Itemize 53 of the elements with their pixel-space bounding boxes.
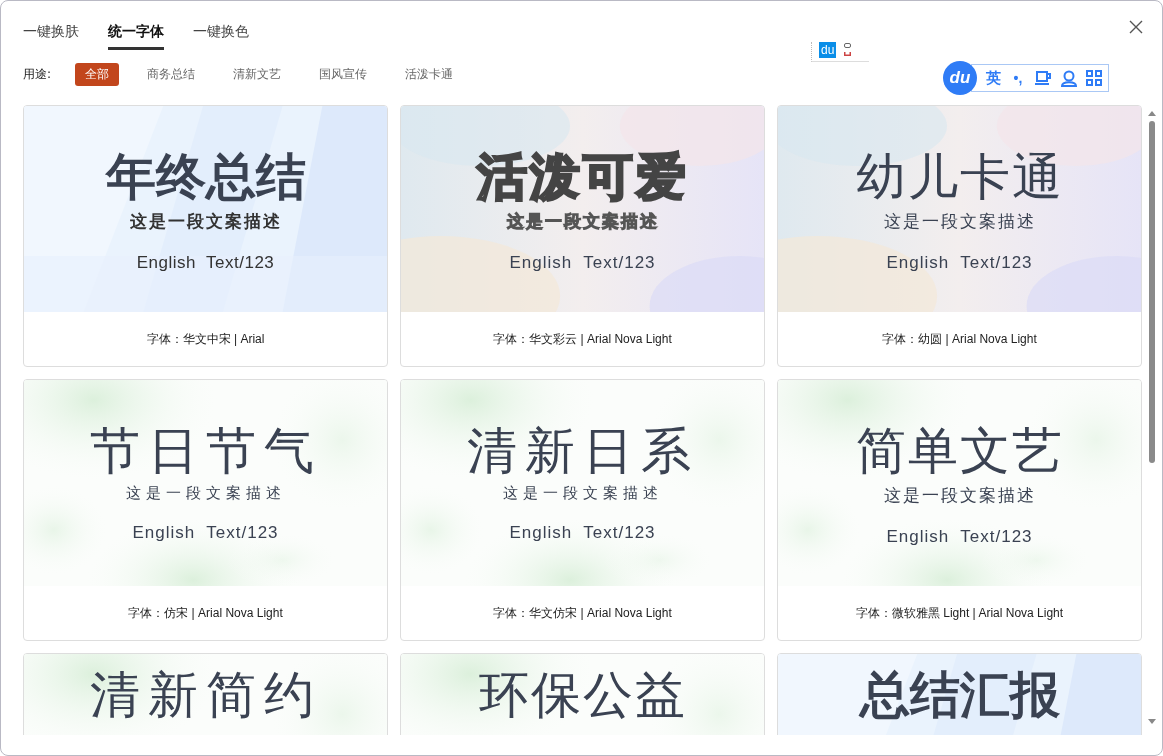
filter-option[interactable]: 商务总结 bbox=[137, 63, 206, 86]
preview-title: 清新日系 bbox=[466, 421, 699, 482]
preview-title: 活泼可爱 bbox=[476, 147, 689, 208]
tab[interactable]: 一键换色 bbox=[193, 22, 249, 50]
grid-icon[interactable] bbox=[1086, 70, 1102, 86]
user-icon[interactable] bbox=[1061, 69, 1077, 87]
preview-english-text: English Text/123 bbox=[886, 527, 1033, 547]
font-card[interactable]: 活泼可爱 这是一段文案描述 English Text/123 字体：华文彩云 | Arial Nova Light bbox=[400, 105, 765, 367]
font-card[interactable]: 环保公益 bbox=[400, 653, 765, 735]
font-card[interactable]: 年终总结 这是一段文案描述 English Text/123 字体：华文中宋 | Arial bbox=[23, 105, 388, 367]
preview-subtitle: 这是一段文案描述 bbox=[883, 210, 1036, 233]
font-card[interactable]: 节日节气 这是一段文案描述 English Text/123 字体：仿宋 | Arial Nova Light bbox=[23, 379, 388, 641]
font-caption: 字体：幼圆 | Arial Nova Light bbox=[882, 330, 1037, 348]
preview-english-text: English Text/123 bbox=[509, 253, 656, 273]
filter-option[interactable]: 全部 bbox=[75, 63, 120, 86]
preview-title: 幼儿卡通 bbox=[855, 147, 1064, 208]
font-caption: 字体：华文仿宋 | Arial Nova Light bbox=[493, 604, 672, 622]
font-card[interactable]: 清新简约 bbox=[23, 653, 388, 735]
preview-title: 清新简约 bbox=[89, 666, 322, 724]
font-caption: 字体：华文彩云 | Arial Nova Light bbox=[493, 330, 672, 348]
font-card[interactable]: 总结汇报 bbox=[777, 653, 1142, 735]
filter-option[interactable]: 活泼卡通 bbox=[395, 63, 464, 86]
preview-title: 节日节气 bbox=[89, 421, 322, 482]
preview-title: 年终总结 bbox=[105, 147, 306, 208]
tab[interactable]: 一键换肤 bbox=[23, 22, 79, 50]
preview-title: 环保公益 bbox=[478, 666, 687, 724]
filter-option[interactable]: 国风宣传 bbox=[309, 63, 378, 86]
preview-english-text: English Text/123 bbox=[136, 253, 275, 273]
close-icon[interactable] bbox=[1128, 19, 1144, 35]
font-caption: 字体：微软雅黑 Light | Arial Nova Light bbox=[855, 604, 1064, 622]
tab[interactable]: 统一字体 bbox=[108, 22, 164, 50]
filter-label: 用途: bbox=[23, 66, 52, 83]
font-card[interactable]: 幼儿卡通 这是一段文案描述 English Text/123 字体：幼圆 | Arial Nova Light bbox=[777, 105, 1142, 367]
handle-icon[interactable] bbox=[844, 43, 852, 57]
punctuation-toggle[interactable]: •, bbox=[1010, 70, 1026, 86]
preview-english-text: English Text/123 bbox=[886, 253, 1033, 273]
language-toggle[interactable]: 英 bbox=[986, 68, 1001, 88]
font-card[interactable]: 简单文艺 这是一段文案描述 English Text/123 字体：微软雅黑 Light | Arial Nova Light bbox=[777, 379, 1142, 641]
preview-subtitle: 这是一段文案描述 bbox=[125, 484, 286, 503]
preview-title: 简单文艺 bbox=[855, 421, 1064, 482]
ime-logo[interactable]: du bbox=[943, 61, 977, 95]
preview-english-text: English Text/123 bbox=[132, 523, 279, 543]
preview-title: 总结汇报 bbox=[859, 666, 1060, 724]
font-card[interactable]: 清新日系 这是一段文案描述 English Text/123 字体：华文仿宋 | Arial Nova Light bbox=[400, 379, 765, 641]
preview-english-text: English Text/123 bbox=[509, 523, 656, 543]
font-caption: 字体：仿宋 | Arial Nova Light bbox=[128, 604, 283, 622]
filter-option[interactable]: 清新文艺 bbox=[223, 63, 292, 86]
font-caption: 字体：华文中宋 | Arial bbox=[146, 330, 265, 348]
preview-subtitle: 这是一段文案描述 bbox=[883, 484, 1036, 507]
cup-icon[interactable] bbox=[1035, 70, 1052, 86]
preview-subtitle: 这是一段文案描述 bbox=[502, 484, 663, 503]
preview-subtitle: 这是一段文案描述 bbox=[506, 210, 659, 233]
preview-subtitle: 这是一段文案描述 bbox=[129, 210, 282, 233]
